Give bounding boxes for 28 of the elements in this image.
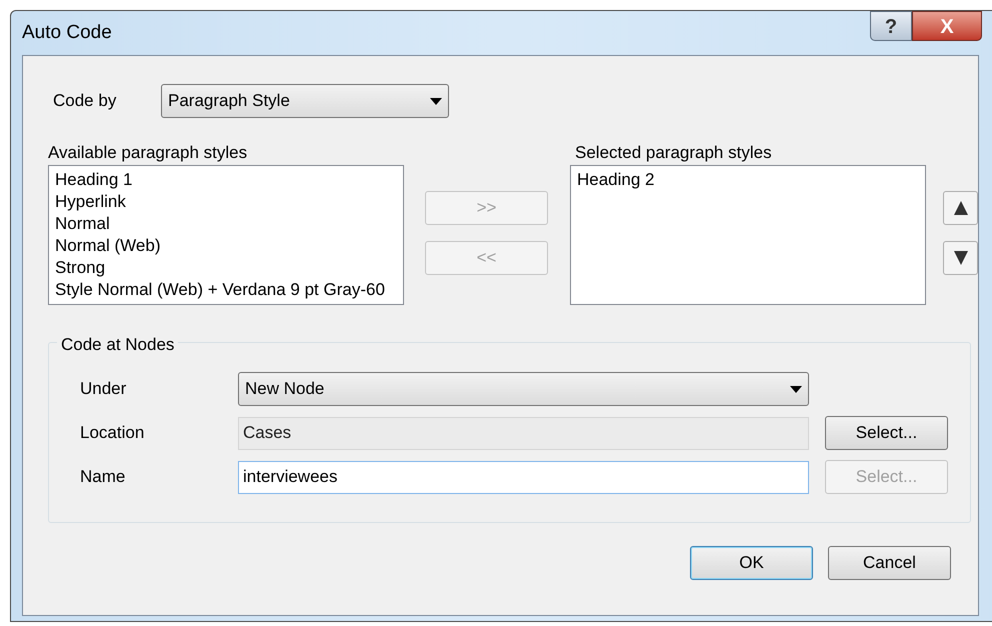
text-field[interactable]: Cases [238,416,809,450]
dropdown[interactable]: Paragraph Style [161,84,449,118]
text-field[interactable]: interviewees [238,460,809,494]
up-triangle-icon [952,200,968,216]
name-label: Name [80,466,126,488]
down-triangle-icon [952,250,968,266]
list-item[interactable]: Style Normal (Web) + Verdana 9 pt Gray-60 [55,279,397,301]
dialog-button[interactable]: Select... [825,416,948,450]
dialog-button[interactable]: Cancel [828,546,951,580]
code-by-label: Code by [53,90,118,112]
location-label: Location [80,422,146,444]
dropdown-arrow-icon [430,98,442,104]
list-item[interactable]: Normal (Web) [55,235,397,257]
list-item[interactable]: Heading 2 [577,169,919,191]
list-item[interactable]: Strong [55,257,397,279]
move-up-button[interactable] [943,191,978,225]
list-item[interactable]: Heading 1 [55,169,397,191]
window-title: Auto Code [22,20,112,45]
list-item[interactable]: Hyperlink [55,191,397,213]
dialog-button[interactable]: OK [690,546,813,580]
selected-styles-label: Selected paragraph styles [575,142,773,164]
list-item[interactable]: Normal [55,213,397,235]
dropdown[interactable]: New Node [238,372,809,406]
under-label: Under [80,378,128,400]
help-button[interactable]: ? [870,11,912,41]
dropdown-arrow-icon [790,386,802,392]
available-styles-label: Available paragraph styles [48,142,248,164]
move-down-button[interactable] [943,241,978,275]
